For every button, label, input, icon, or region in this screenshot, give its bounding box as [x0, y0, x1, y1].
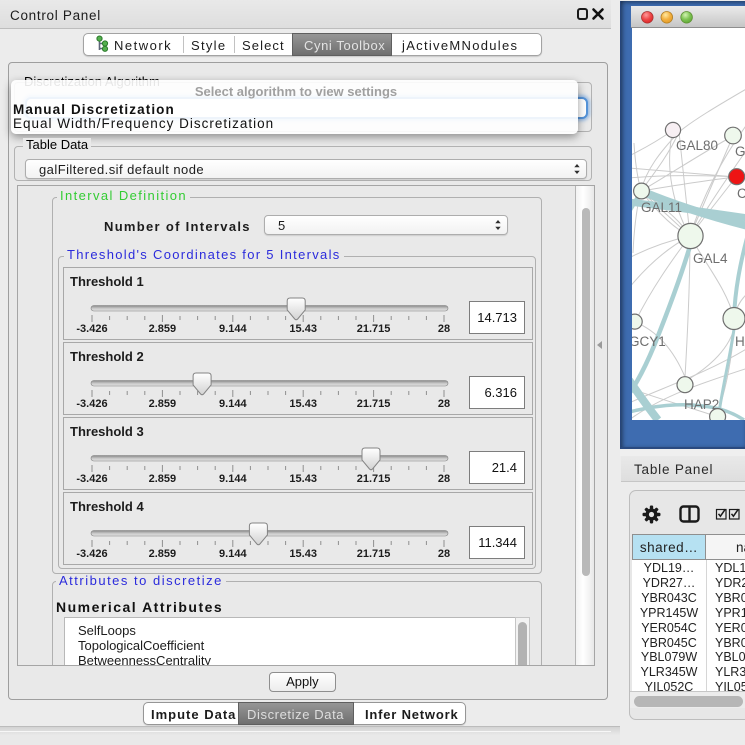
- svg-text:GCY1: GCY1: [632, 334, 666, 349]
- svg-text:CYC1: CYC1: [737, 186, 745, 201]
- svg-text:GAL11: GAL11: [641, 200, 682, 215]
- svg-text:GAL80: GAL80: [676, 138, 718, 153]
- svg-text:GAL2: GAL2: [735, 144, 745, 159]
- svg-text:GAL4: GAL4: [693, 251, 728, 266]
- svg-text:HAP1: HAP1: [735, 334, 745, 349]
- svg-text:HAP2: HAP2: [684, 397, 719, 412]
